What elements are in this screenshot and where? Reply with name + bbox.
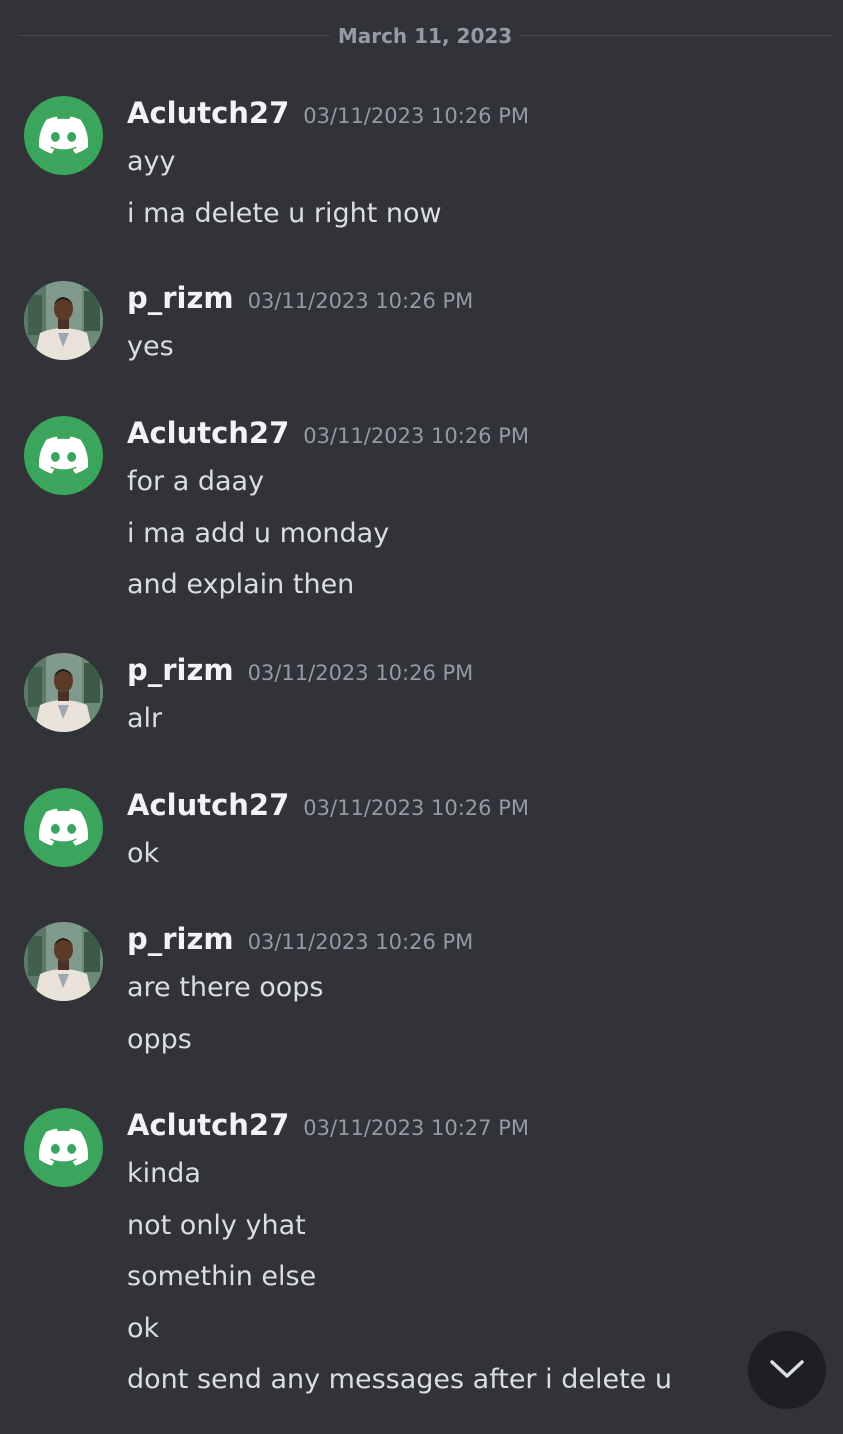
message-text[interactable]: dont send any messages after i delete u <box>127 1362 672 1414</box>
message-lines: ok <box>127 836 159 888</box>
discord-logo-icon[interactable] <box>24 788 103 867</box>
discord-logo-glyph <box>39 808 88 846</box>
message-text[interactable]: are there oops <box>127 970 324 1022</box>
username[interactable]: Aclutch27 <box>127 788 289 822</box>
user-avatar-photo[interactable] <box>24 281 103 360</box>
user-photo-image <box>24 653 103 732</box>
discord-logo-icon[interactable] <box>24 96 103 175</box>
user-avatar-photo[interactable] <box>24 653 103 732</box>
message-text[interactable]: ok <box>127 836 159 888</box>
discord-logo-icon[interactable] <box>24 416 103 495</box>
user-avatar-photo[interactable] <box>24 922 103 1001</box>
message-text[interactable]: for a daay <box>127 464 389 516</box>
message-header: p_rizm 03/11/2023 10:26 PM <box>127 281 473 317</box>
message-text[interactable]: opps <box>127 1022 324 1074</box>
timestamp: 03/11/2023 10:26 PM <box>303 424 529 448</box>
message-header: Aclutch27 03/11/2023 10:26 PM <box>127 96 529 132</box>
message-text[interactable]: ayy <box>127 144 442 196</box>
date-divider: March 11, 2023 <box>18 22 832 50</box>
timestamp: 03/11/2023 10:26 PM <box>247 661 474 685</box>
message-text[interactable]: not only yhat <box>127 1208 672 1260</box>
message-lines: for a daay i ma add u monday and explain… <box>127 464 389 619</box>
message-header: Aclutch27 03/11/2023 10:26 PM <box>127 416 529 452</box>
timestamp: 03/11/2023 10:26 PM <box>247 930 474 954</box>
message-header: p_rizm 03/11/2023 10:26 PM <box>127 922 473 958</box>
message-lines: kinda not only yhat somethin else ok don… <box>127 1156 672 1414</box>
discord-logo-glyph <box>39 1128 88 1166</box>
discord-logo-glyph <box>39 116 88 154</box>
message-header: Aclutch27 03/11/2023 10:26 PM <box>127 788 529 824</box>
discord-logo-icon[interactable] <box>24 1108 103 1187</box>
username[interactable]: p_rizm <box>127 653 234 687</box>
message-text[interactable]: and explain then <box>127 567 389 619</box>
timestamp: 03/11/2023 10:26 PM <box>303 796 529 820</box>
message-lines: yes <box>127 329 174 381</box>
divider-line-right <box>520 35 832 36</box>
message-lines: are there oops opps <box>127 970 324 1073</box>
username[interactable]: Aclutch27 <box>127 416 289 450</box>
user-photo-image <box>24 281 103 360</box>
timestamp: 03/11/2023 10:26 PM <box>247 289 474 313</box>
username[interactable]: p_rizm <box>127 281 234 315</box>
message-text[interactable]: somethin else <box>127 1259 672 1311</box>
message-text[interactable]: i ma delete u right now <box>127 196 442 248</box>
date-divider-label: March 11, 2023 <box>337 24 513 48</box>
message-header: p_rizm 03/11/2023 10:26 PM <box>127 653 473 689</box>
timestamp: 03/11/2023 10:26 PM <box>303 104 529 128</box>
message-text[interactable]: yes <box>127 329 174 381</box>
username[interactable]: Aclutch27 <box>127 96 289 130</box>
message-text[interactable]: kinda <box>127 1156 672 1208</box>
user-photo-image <box>24 922 103 1001</box>
message-lines: alr <box>127 701 162 753</box>
jump-to-present-button[interactable] <box>748 1331 826 1409</box>
chevron-down-icon <box>770 1360 804 1378</box>
message-header: Aclutch27 03/11/2023 10:27 PM <box>127 1108 529 1144</box>
username[interactable]: Aclutch27 <box>127 1108 289 1142</box>
discord-logo-glyph <box>39 436 88 474</box>
message-text[interactable]: ok <box>127 1311 672 1363</box>
username[interactable]: p_rizm <box>127 922 234 956</box>
message-text[interactable]: i ma add u monday <box>127 516 389 568</box>
timestamp: 03/11/2023 10:27 PM <box>303 1116 529 1140</box>
message-lines: ayy i ma delete u right now <box>127 144 442 247</box>
message-text[interactable]: alr <box>127 701 162 753</box>
